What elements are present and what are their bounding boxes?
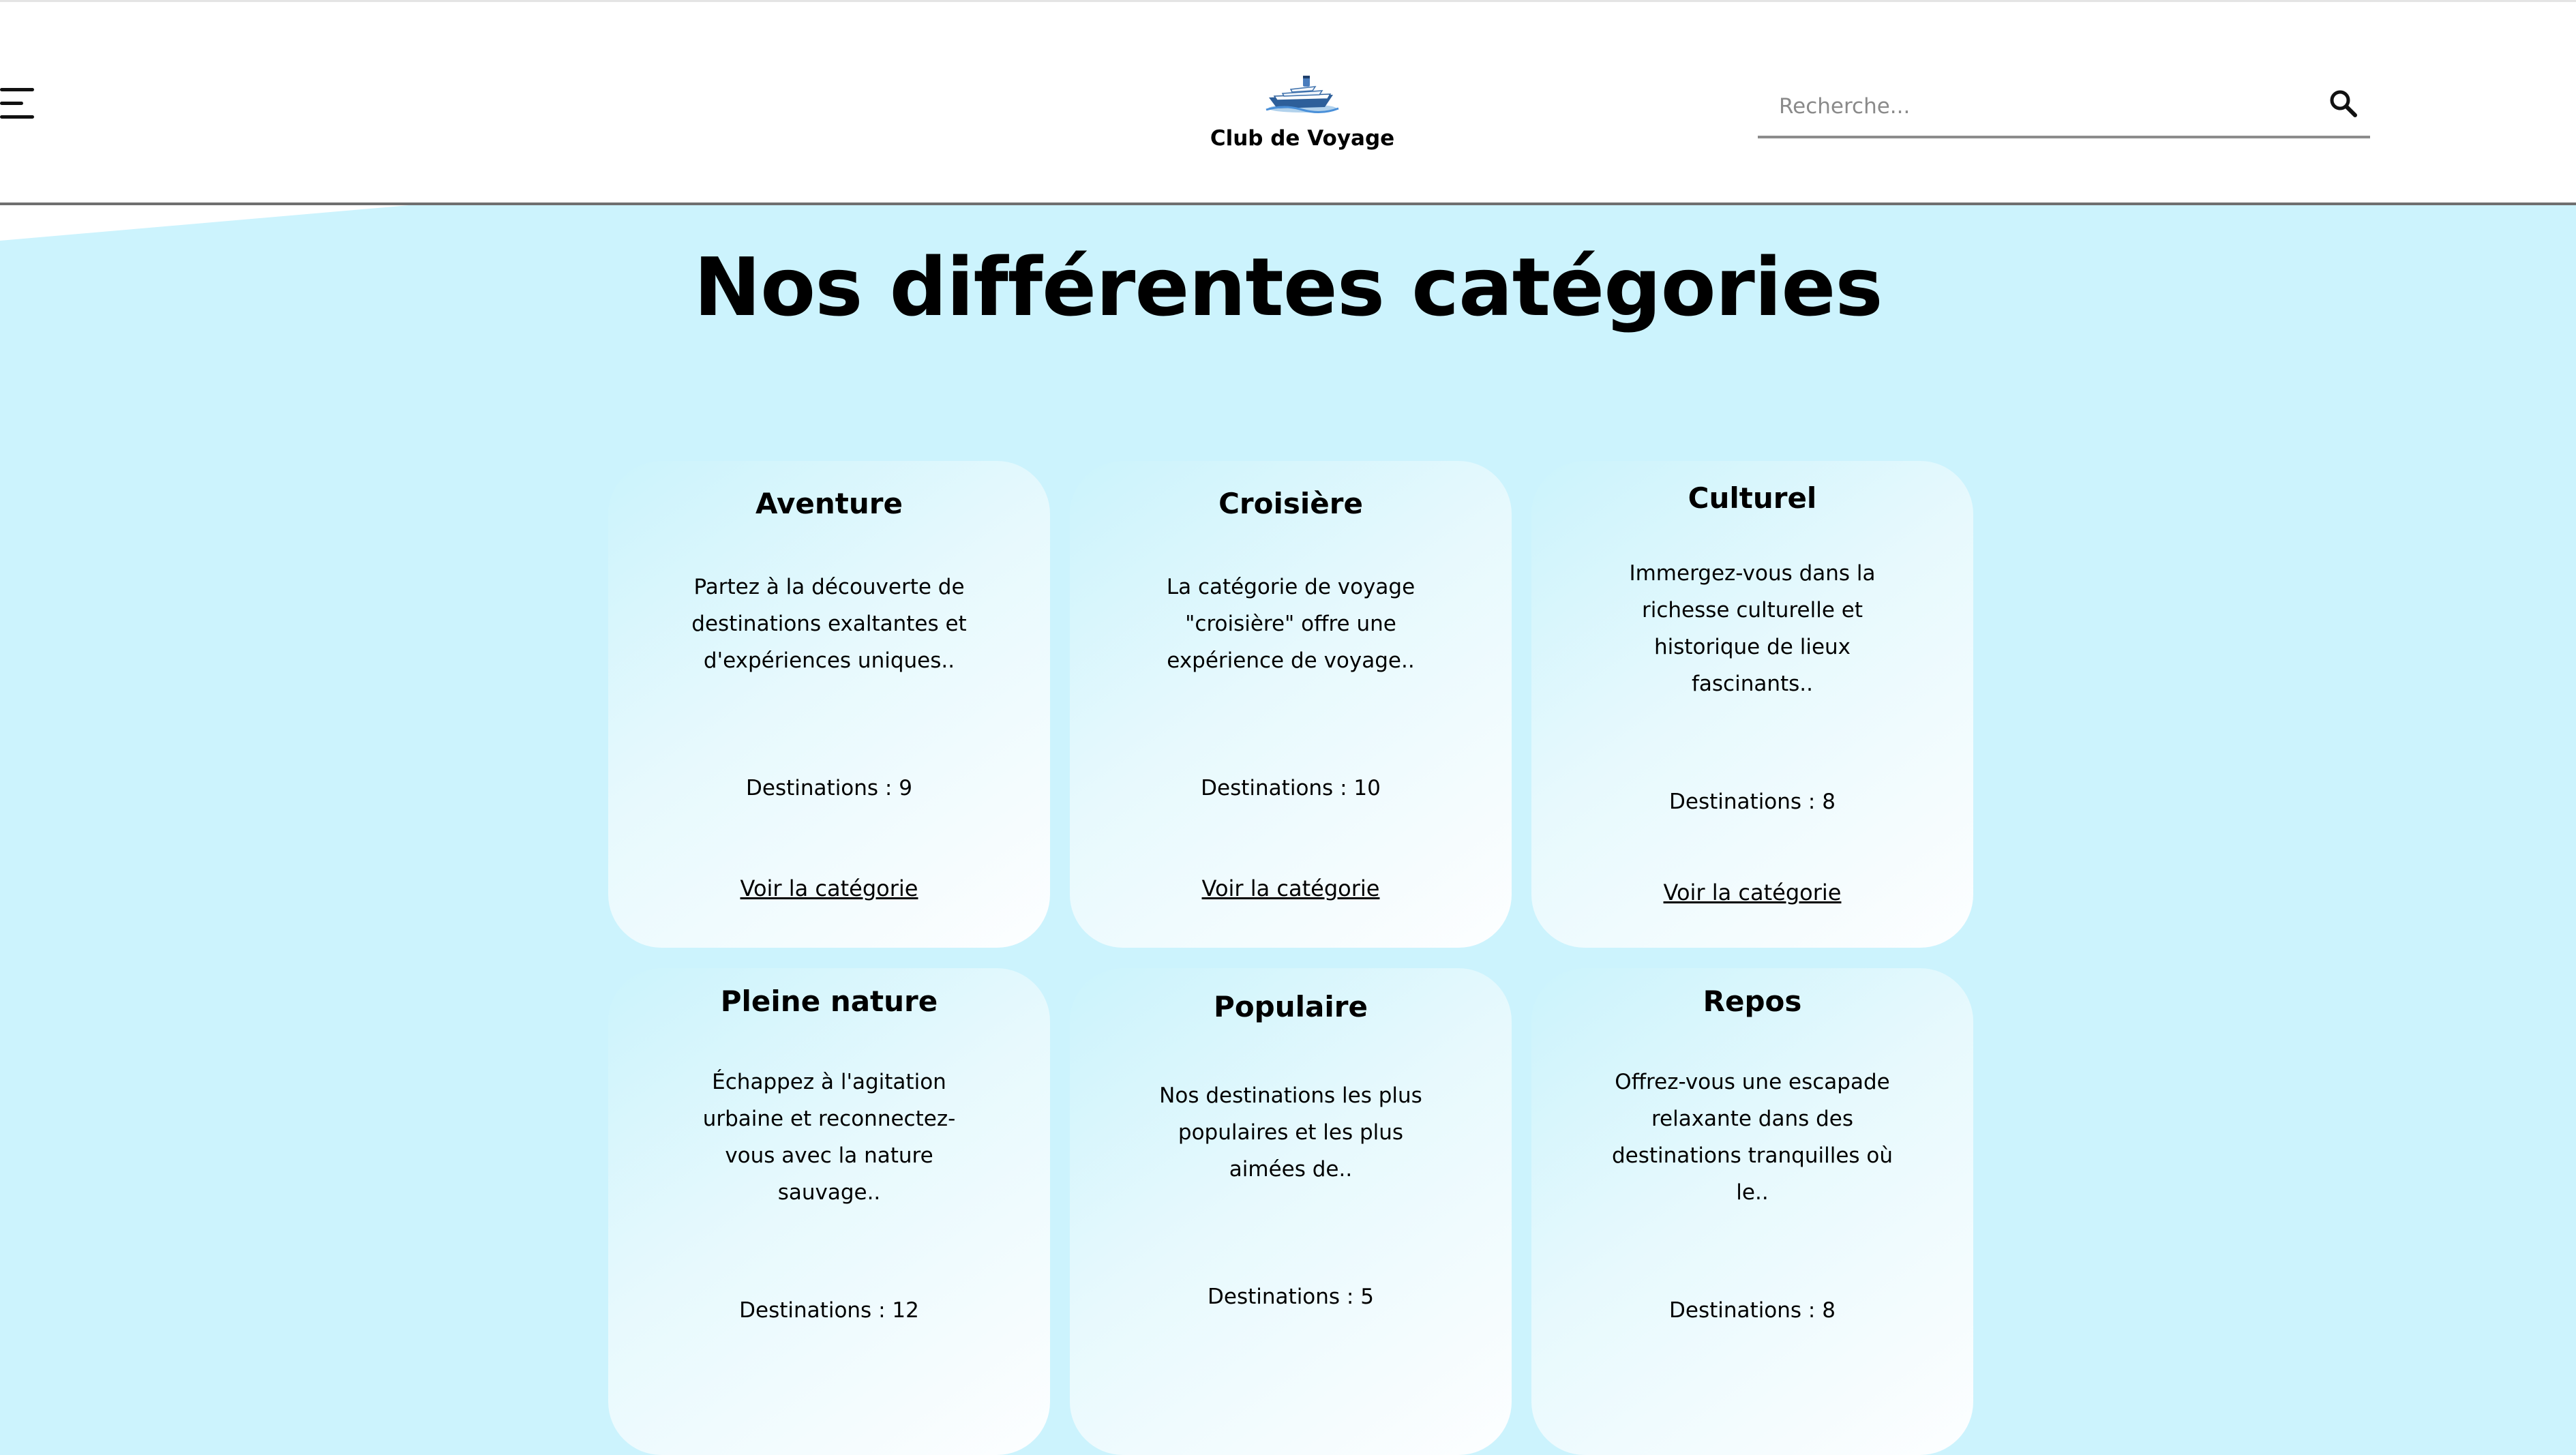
category-card-pleine-nature: Pleine nature Échappez à l'agitation urb…	[608, 968, 1050, 1455]
card-description: Partez à la découverte de destinations e…	[691, 575, 967, 673]
site-header: Club de Voyage	[0, 2, 2576, 205]
card-view-category-link[interactable]: Voir la catégorie	[1070, 875, 1512, 901]
category-card-culturel: Culturel Immergez-vous dans la richesse …	[1531, 461, 1973, 948]
card-destinations-count: Destinations : 8	[1669, 790, 1836, 814]
brand-name[interactable]: Club de Voyage	[1159, 126, 1446, 151]
card-title: Culturel	[1688, 481, 1817, 515]
card-destinations-count: Destinations : 5	[1208, 1285, 1374, 1309]
card-title: Repos	[1703, 985, 1802, 1018]
category-card-repos: Repos Offrez-vous une escapade relaxante…	[1531, 968, 1973, 1455]
search-input[interactable]	[1778, 88, 2312, 125]
card-title: Pleine nature	[720, 985, 938, 1018]
card-title: Aventure	[755, 487, 903, 520]
card-description: La catégorie de voyage "croisière" offre…	[1166, 575, 1416, 673]
search-icon[interactable]	[2326, 87, 2361, 121]
card-description: Nos destinations les plus populaires et …	[1159, 1083, 1422, 1182]
card-view-category-link[interactable]: Voir la catégorie	[608, 875, 1050, 901]
category-card-aventure: Aventure Partez à la découverte de desti…	[608, 461, 1050, 948]
menu-icon[interactable]	[0, 88, 34, 119]
category-card-populaire: Populaire Nos destinations les plus popu…	[1070, 968, 1512, 1455]
card-description: Échappez à l'agitation urbaine et reconn…	[702, 1070, 956, 1205]
card-destinations-count: Destinations : 12	[739, 1298, 919, 1323]
card-destinations-count: Destinations : 10	[1201, 776, 1381, 800]
category-card-croisiere: Croisière La catégorie de voyage "croisi…	[1070, 461, 1512, 948]
card-destinations-count: Destinations : 9	[746, 776, 912, 800]
card-title: Croisière	[1218, 487, 1363, 520]
page-title: Nos différentes catégories	[693, 240, 1883, 334]
search-bar	[1758, 74, 2370, 138]
card-description: Offrez-vous une escapade relaxante dans …	[1611, 1070, 1893, 1205]
card-description: Immergez-vous dans la richesse culturell…	[1629, 561, 1876, 696]
card-view-category-link[interactable]: Voir la catégorie	[1531, 880, 1973, 905]
cruise-ship-logo-icon[interactable]	[1265, 68, 1340, 114]
card-destinations-count: Destinations : 8	[1669, 1298, 1836, 1323]
card-title: Populaire	[1214, 990, 1368, 1023]
